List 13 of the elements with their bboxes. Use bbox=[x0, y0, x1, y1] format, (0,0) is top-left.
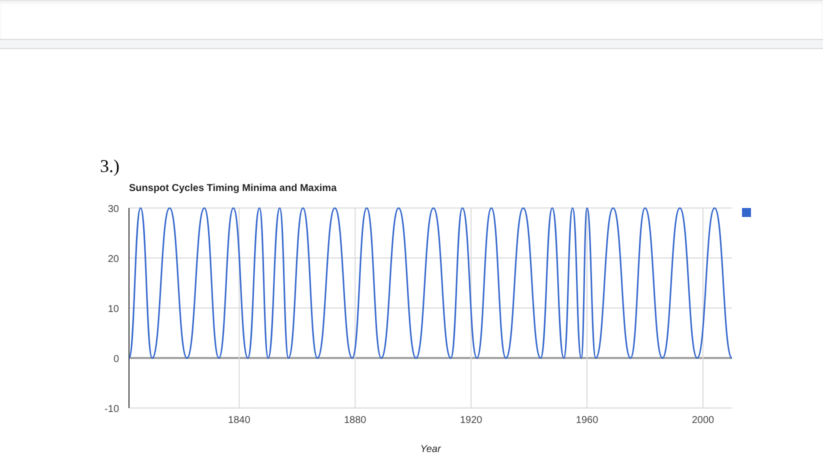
y-tick-label: -10 bbox=[104, 404, 119, 415]
y-tick-label: 0 bbox=[113, 354, 119, 365]
x-tick-label: 1840 bbox=[228, 415, 250, 426]
x-axis-title: Year bbox=[420, 444, 441, 455]
y-tick-label: 20 bbox=[108, 254, 119, 265]
y-tick-label: 30 bbox=[108, 204, 119, 215]
x-tick-label: 1960 bbox=[576, 415, 598, 426]
x-tick-label: 1920 bbox=[460, 415, 482, 426]
y-tick-label: 10 bbox=[108, 304, 119, 315]
x-tick-label: 2000 bbox=[692, 415, 714, 426]
chart-title: Sunspot Cycles Timing Minima and Maxima bbox=[129, 183, 337, 194]
heading: 3.) bbox=[100, 156, 120, 176]
x-tick-label: 1880 bbox=[344, 415, 366, 426]
